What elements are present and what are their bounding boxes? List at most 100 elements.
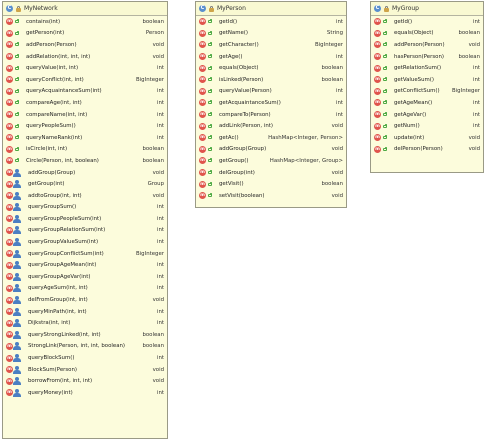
method-row[interactable]: m addLink(Person, int) void [196,120,346,132]
class-header[interactable]: C MyGroup [371,2,483,16]
method-row[interactable]: m addPerson(Person) void [371,39,483,51]
method-row[interactable]: m queryGroupRelationSum(int) int [3,225,167,237]
method-signature: update(int) [394,134,425,141]
method-row[interactable]: m queryPeopleSum() int [3,120,167,132]
method-row[interactable]: m equals(Object) boolean [371,28,483,40]
method-row[interactable]: m getCharacter() BigInteger [196,39,346,51]
method-row[interactable]: m addPerson(Person) void [3,39,167,51]
method-row[interactable]: m delFromGroup(int, int) void [3,294,167,306]
method-row[interactable]: m contains(int) boolean [3,16,167,28]
lock-icon [16,5,21,12]
method-row[interactable]: m getName() String [196,28,346,40]
public-access-icon [15,54,20,59]
method-row[interactable]: m queryGroupPeopleSum(int) int [3,213,167,225]
return-type: void [152,366,164,373]
method-row[interactable]: m getId() int [371,16,483,28]
public-access-icon [383,135,388,140]
public-access-icon [383,146,388,152]
return-type: boolean [321,65,343,72]
method-row[interactable]: m equals(Object) boolean [196,62,346,74]
method-row[interactable]: m queryGroupValueSum(int) int [3,236,167,248]
method-row[interactable]: m addGroup(Group) void [196,144,346,156]
method-icon: m [6,215,13,223]
class-mynetwork[interactable]: C MyNetwork m contains(int) boolean m getPer… [2,1,168,439]
method-row[interactable]: m compareTo(Person) int [196,109,346,121]
method-row[interactable]: m queryGroupAgeVar(int) int [3,271,167,283]
method-row[interactable]: m getAge() int [196,51,346,63]
return-type: void [152,41,164,48]
public-access-icon [208,112,213,117]
method-row[interactable]: m delPerson(Person) void [371,144,483,156]
method-row[interactable]: m getConflictSum() BigInteger [371,86,483,98]
method-row[interactable]: m queryMinPath(int, int) int [3,306,167,318]
method-icon: m [6,87,13,95]
method-row[interactable]: m getGroup(int) Group [3,178,167,190]
method-row[interactable]: m queryValue(int, int) int [3,62,167,74]
method-row[interactable]: m getGroup() HashMap<Integer, Group> [196,155,346,167]
method-row[interactable]: m Circle(Person, int, boolean) boolean [3,155,167,167]
method-row[interactable]: m queryNameRank(int) int [3,132,167,144]
return-type: int [156,65,164,72]
method-signature: queryAgeSum(int, int) [28,285,88,292]
method-row[interactable]: m queryGroupAgeMean(int) int [3,259,167,271]
method-row[interactable]: m queryBlockSum() int [3,352,167,364]
method-icon: m [374,76,381,84]
return-type: boolean [321,76,343,83]
method-row[interactable]: m addtoGroup(int, int) void [3,190,167,202]
method-row[interactable]: m delGroup(int) void [196,167,346,179]
class-header[interactable]: C MyPerson [196,2,346,16]
class-myperson[interactable]: C MyPerson m getId() int m getName() String m g… [195,1,347,208]
method-signature: addGroup(Group) [219,146,267,153]
method-row[interactable]: m Dijkstra(int, int) int [3,317,167,329]
method-row[interactable]: m compareName(int, int) int [3,109,167,121]
method-row[interactable]: m BlockSum(Person) void [3,364,167,376]
method-row[interactable]: m getPerson(int) Person [3,28,167,40]
method-row[interactable]: m isCircle(int, int) boolean [3,144,167,156]
public-access-icon [383,19,388,24]
method-signature: queryValue(Person) [219,88,272,95]
method-row[interactable]: m update(int) void [371,132,483,144]
method-row[interactable]: m queryGroupConflictSum(int) BigInteger [3,248,167,260]
method-row[interactable]: m queryValue(Person) int [196,86,346,98]
method-row[interactable]: m getAcquaintanceSum() int [196,97,346,109]
method-row[interactable]: m compareAge(int, int) int [3,97,167,109]
method-icon: m [199,64,206,72]
return-type: void [468,146,480,153]
method-row[interactable]: m addGroup(Group) void [3,167,167,179]
method-row[interactable]: m borrowFrom(int, int, int) void [3,375,167,387]
public-access-icon [208,19,213,24]
method-signature: borrowFrom(int, int, int) [28,378,93,385]
method-row[interactable]: m addRelation(int, int, int) void [3,51,167,63]
method-row[interactable]: m queryMoney(int) int [3,387,167,399]
method-row[interactable]: m getNum() int [371,120,483,132]
method-row[interactable]: m isLinked(Person) boolean [196,74,346,86]
return-type: int [472,99,480,106]
method-icon: m [199,192,206,200]
method-signature: queryConflict(int, int) [26,76,84,83]
method-row[interactable]: m getAc() HashMap<Integer, Person> [196,132,346,144]
method-row[interactable]: m queryAcquaintanceSum(int) int [3,86,167,98]
method-row[interactable]: m getId() int [196,16,346,28]
method-row[interactable]: m setVisit(boolean) void [196,190,346,202]
method-row[interactable]: m queryGroupSum() int [3,202,167,214]
method-row[interactable]: m getAgeMean() int [371,97,483,109]
method-row[interactable]: m getValueSum() int [371,74,483,86]
method-row[interactable]: m StrongLink(Person, int, int, boolean) bo… [3,341,167,353]
method-row[interactable]: m queryAgeSum(int, int) int [3,283,167,295]
return-type: boolean [142,331,164,338]
method-row[interactable]: m getRelationSum() int [371,62,483,74]
return-type: int [156,308,164,315]
method-row[interactable]: m hasPerson(Person) boolean [371,51,483,63]
method-row[interactable]: m getVisit() boolean [196,178,346,190]
class-mygroup[interactable]: C MyGroup m getId() int m equals(Object) bool… [370,1,484,173]
method-list: m contains(int) boolean m getPerson(int) Pers… [3,16,167,399]
method-icon: m [199,111,206,119]
class-title: MyNetwork [24,5,58,12]
method-row[interactable]: m queryStrongLinked(int, int) boolean [3,329,167,341]
person-icon [13,388,22,397]
method-row[interactable]: m queryConflict(int, int) BigInteger [3,74,167,86]
method-signature: addLink(Person, int) [219,123,273,130]
class-header[interactable]: C MyNetwork [3,2,167,16]
method-row[interactable]: m getAgeVar() int [371,109,483,121]
method-icon: m [199,29,206,37]
